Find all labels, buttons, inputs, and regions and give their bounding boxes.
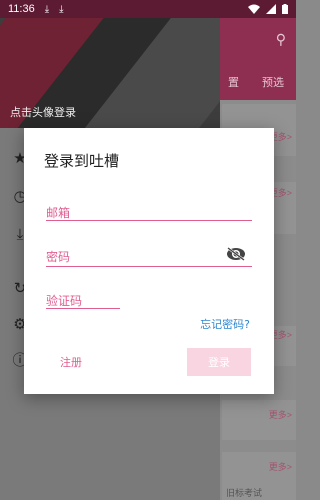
register-button[interactable]: 注册 xyxy=(60,354,82,370)
status-time: 11:36 xyxy=(8,3,35,15)
email-field[interactable]: 邮箱 xyxy=(46,202,252,222)
captcha-label: 验证码 xyxy=(46,294,83,308)
visibility-off-icon[interactable] xyxy=(226,247,246,261)
captcha-field[interactable]: 验证码 xyxy=(46,290,120,310)
download-icon: ⤓ xyxy=(44,3,50,15)
email-label: 邮箱 xyxy=(46,206,71,220)
password-field[interactable]: 密码 xyxy=(46,246,252,268)
wifi-icon xyxy=(248,4,260,14)
login-button[interactable]: 登录 xyxy=(187,348,251,376)
login-dialog: 登录到吐槽 邮箱 密码 验证码 忘记密码? 注册 登录 xyxy=(24,128,274,394)
battery-icon xyxy=(282,4,288,14)
status-icons xyxy=(248,4,288,14)
password-label: 密码 xyxy=(46,250,71,264)
download-icon: ⤓ xyxy=(59,3,64,15)
status-bar: 11:36 ⤓ ⤓ xyxy=(0,0,296,18)
dialog-title: 登录到吐槽 xyxy=(44,152,120,170)
forgot-password-link[interactable]: 忘记密码? xyxy=(200,316,250,332)
signal-icon xyxy=(266,4,276,14)
